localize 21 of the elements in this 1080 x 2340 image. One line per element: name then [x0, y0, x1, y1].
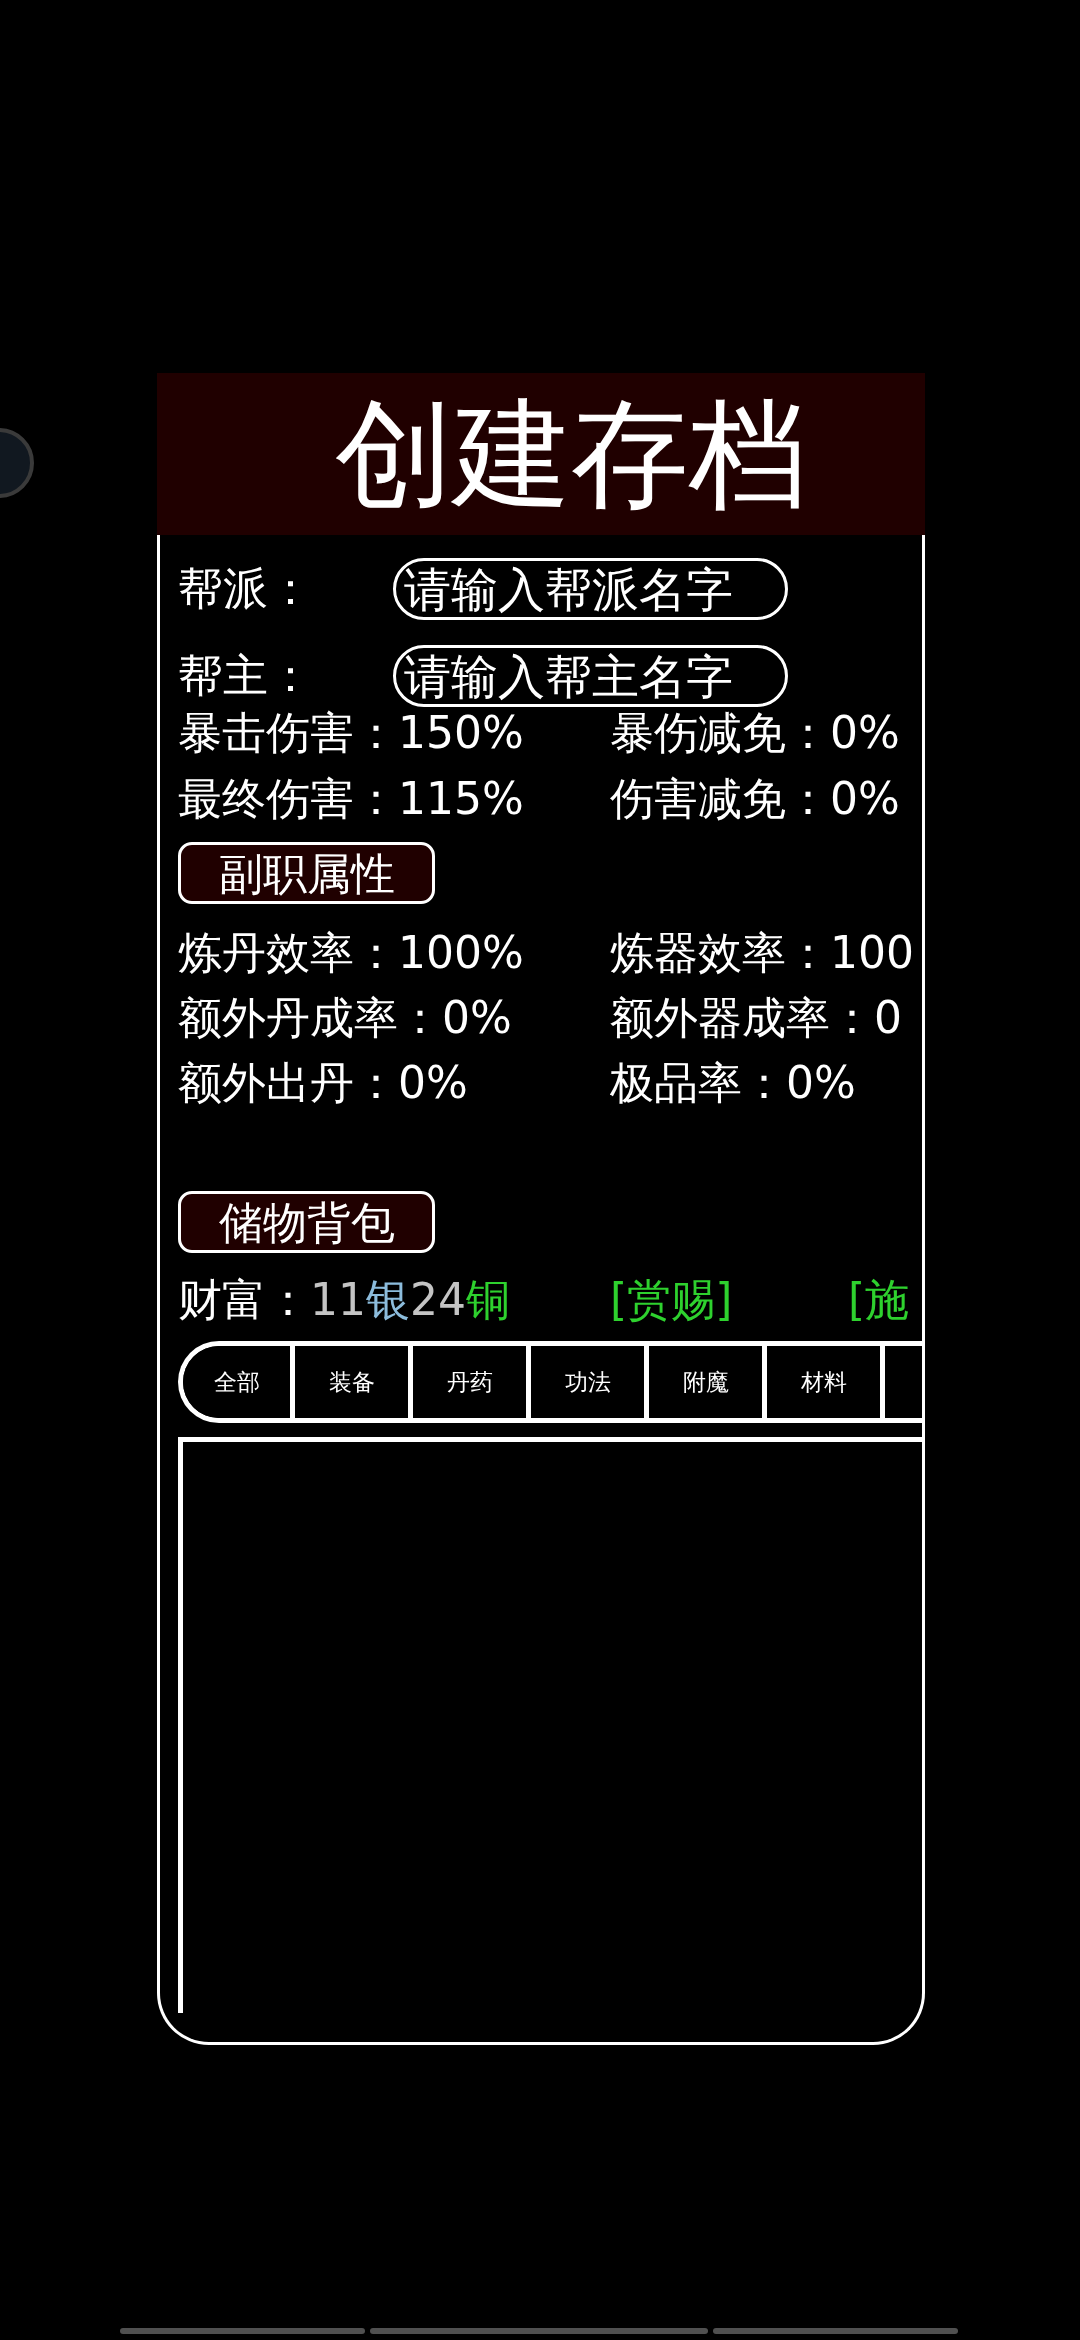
input-field[interactable]: 请输入帮主名字 — [393, 645, 788, 707]
stat-text: 暴击伤害：150% — [178, 705, 525, 760]
action-link[interactable]: [施 — [848, 1270, 910, 1330]
stat-text: 最终伤害：115% — [178, 771, 525, 826]
stat-text: 炼丹效率：100% — [178, 926, 525, 980]
section-button[interactable]: 副职属性 — [178, 842, 435, 904]
stat-text: 暴伤减免：0% — [610, 705, 900, 760]
stat-text: 额外器成率：0 — [610, 991, 902, 1045]
stat-text: 额外丹成率：0% — [178, 991, 513, 1045]
stat-text: 伤害减免：0% — [610, 771, 900, 826]
category-tab[interactable]: 全部 — [183, 1346, 295, 1418]
stat-text: 极品率：0% — [610, 1056, 856, 1110]
dialog-title: 创建存档 — [335, 395, 807, 513]
input-field[interactable]: 请输入帮派名字 — [393, 558, 788, 620]
wealth-text: 财富：11银24铜 — [178, 1272, 511, 1327]
action-link[interactable]: [赏赐] — [610, 1270, 848, 1330]
stat-text: 炼器效率：100 — [610, 926, 914, 980]
section-button[interactable]: 储物背包 — [178, 1191, 435, 1253]
stat-text: 额外出丹：0% — [178, 1056, 469, 1110]
field-label: 帮主： — [178, 648, 314, 704]
field-label: 帮派： — [178, 561, 314, 617]
